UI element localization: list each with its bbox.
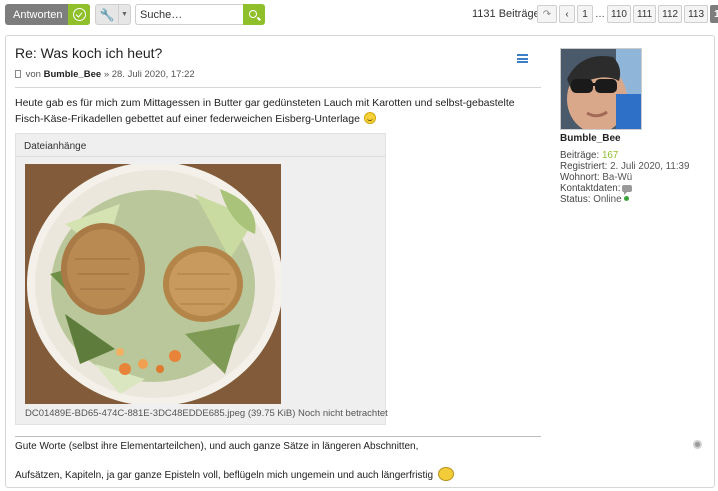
post-date: » 28. Juli 2020, 17:22 [103, 69, 195, 80]
signature-line-1: Gute Worte (selbst ihre Elementarteilche… [15, 441, 419, 452]
action-bar: Antworten 🔧 ▼ 1131 Beiträge ↷ ‹ 1 … 110 … [0, 0, 718, 30]
registered-label: Registriert: [560, 161, 608, 172]
status-label: Status: [560, 194, 591, 205]
page-link[interactable]: 1 [577, 5, 593, 23]
current-page: 114 [710, 5, 718, 23]
posts-label: Beiträge: [560, 150, 600, 161]
search-button[interactable] [243, 4, 265, 25]
search-icon [249, 9, 257, 18]
post-body: Heute gab es für mich zum Mittagessen in… [15, 96, 540, 127]
divider [16, 156, 385, 157]
divider [15, 87, 541, 88]
status-value: Online [593, 194, 622, 205]
chat-bubble-icon[interactable] [622, 185, 633, 195]
contact-label: Kontaktdaten: [560, 183, 621, 194]
document-icon[interactable] [15, 70, 21, 78]
attachments-heading: Dateianhänge [24, 141, 87, 152]
posts-count-link[interactable]: 167 [602, 150, 618, 161]
page-ellipsis: … [595, 8, 605, 20]
page-link[interactable]: 113 [684, 5, 709, 23]
signature-text: Aufsätzen, Kapiteln, ja gar ganze Episte… [15, 470, 434, 481]
post-author-link[interactable]: Bumble_Bee [44, 69, 102, 80]
page-link[interactable]: 111 [632, 5, 657, 23]
topic-tools-button[interactable]: 🔧 ▼ [95, 4, 131, 25]
attachment-caption[interactable]: DC01489E-BD65-474C-881E-3DC48EDDE685.jpe… [25, 408, 388, 419]
smiley-icon [363, 111, 376, 124]
registered-value: 2. Juli 2020, 11:39 [610, 161, 690, 172]
meta-prefix: von [25, 69, 41, 80]
check-circle-icon [68, 4, 90, 25]
emoji-icon [437, 467, 454, 481]
back-to-top-icon[interactable] [693, 440, 702, 449]
chevron-down-icon: ▼ [118, 5, 130, 24]
location-label: Wohnort: [560, 172, 600, 183]
page-link[interactable]: 110 [607, 5, 631, 23]
jump-to-page-button[interactable]: ↷ [537, 5, 557, 23]
signature-line-2: Aufsätzen, Kapiteln, ja gar ganze Episte… [15, 467, 454, 481]
profile-info: Beiträge: 167 Registriert: 2. Juli 2020,… [560, 150, 689, 205]
profile-username[interactable]: Bumble_Bee [560, 133, 621, 144]
attachments-box: Dateianhänge DC01489E-BD65-474C-881E-3DC… [15, 133, 388, 425]
post-meta: von Bumble_Bee » 28. Juli 2020, 17:22 [15, 69, 195, 80]
previous-page-button[interactable]: ‹ [559, 5, 575, 23]
hamburger-menu-icon[interactable] [517, 54, 528, 63]
reply-button-label: Antworten [13, 8, 63, 21]
avatar[interactable] [560, 48, 642, 130]
page-link[interactable]: 112 [658, 5, 683, 23]
online-status-icon [623, 196, 629, 201]
post-title[interactable]: Re: Was koch ich heut? [15, 45, 162, 61]
post-body-text: Heute gab es für mich zum Mittagessen in… [15, 97, 515, 125]
search-input[interactable] [135, 4, 243, 25]
reply-button[interactable]: Antworten [5, 4, 90, 25]
pagination: ↷ ‹ 1 … 110 111 112 113 114 [537, 5, 718, 23]
wrench-icon: 🔧 [99, 7, 115, 22]
attachment-image[interactable] [25, 164, 281, 404]
signature-divider [15, 436, 541, 437]
forum-post: Re: Was koch ich heut? von Bumble_Bee » … [5, 35, 715, 488]
location-value: Ba-Wü [602, 172, 633, 183]
post-count: 1131 Beiträge [472, 8, 540, 20]
